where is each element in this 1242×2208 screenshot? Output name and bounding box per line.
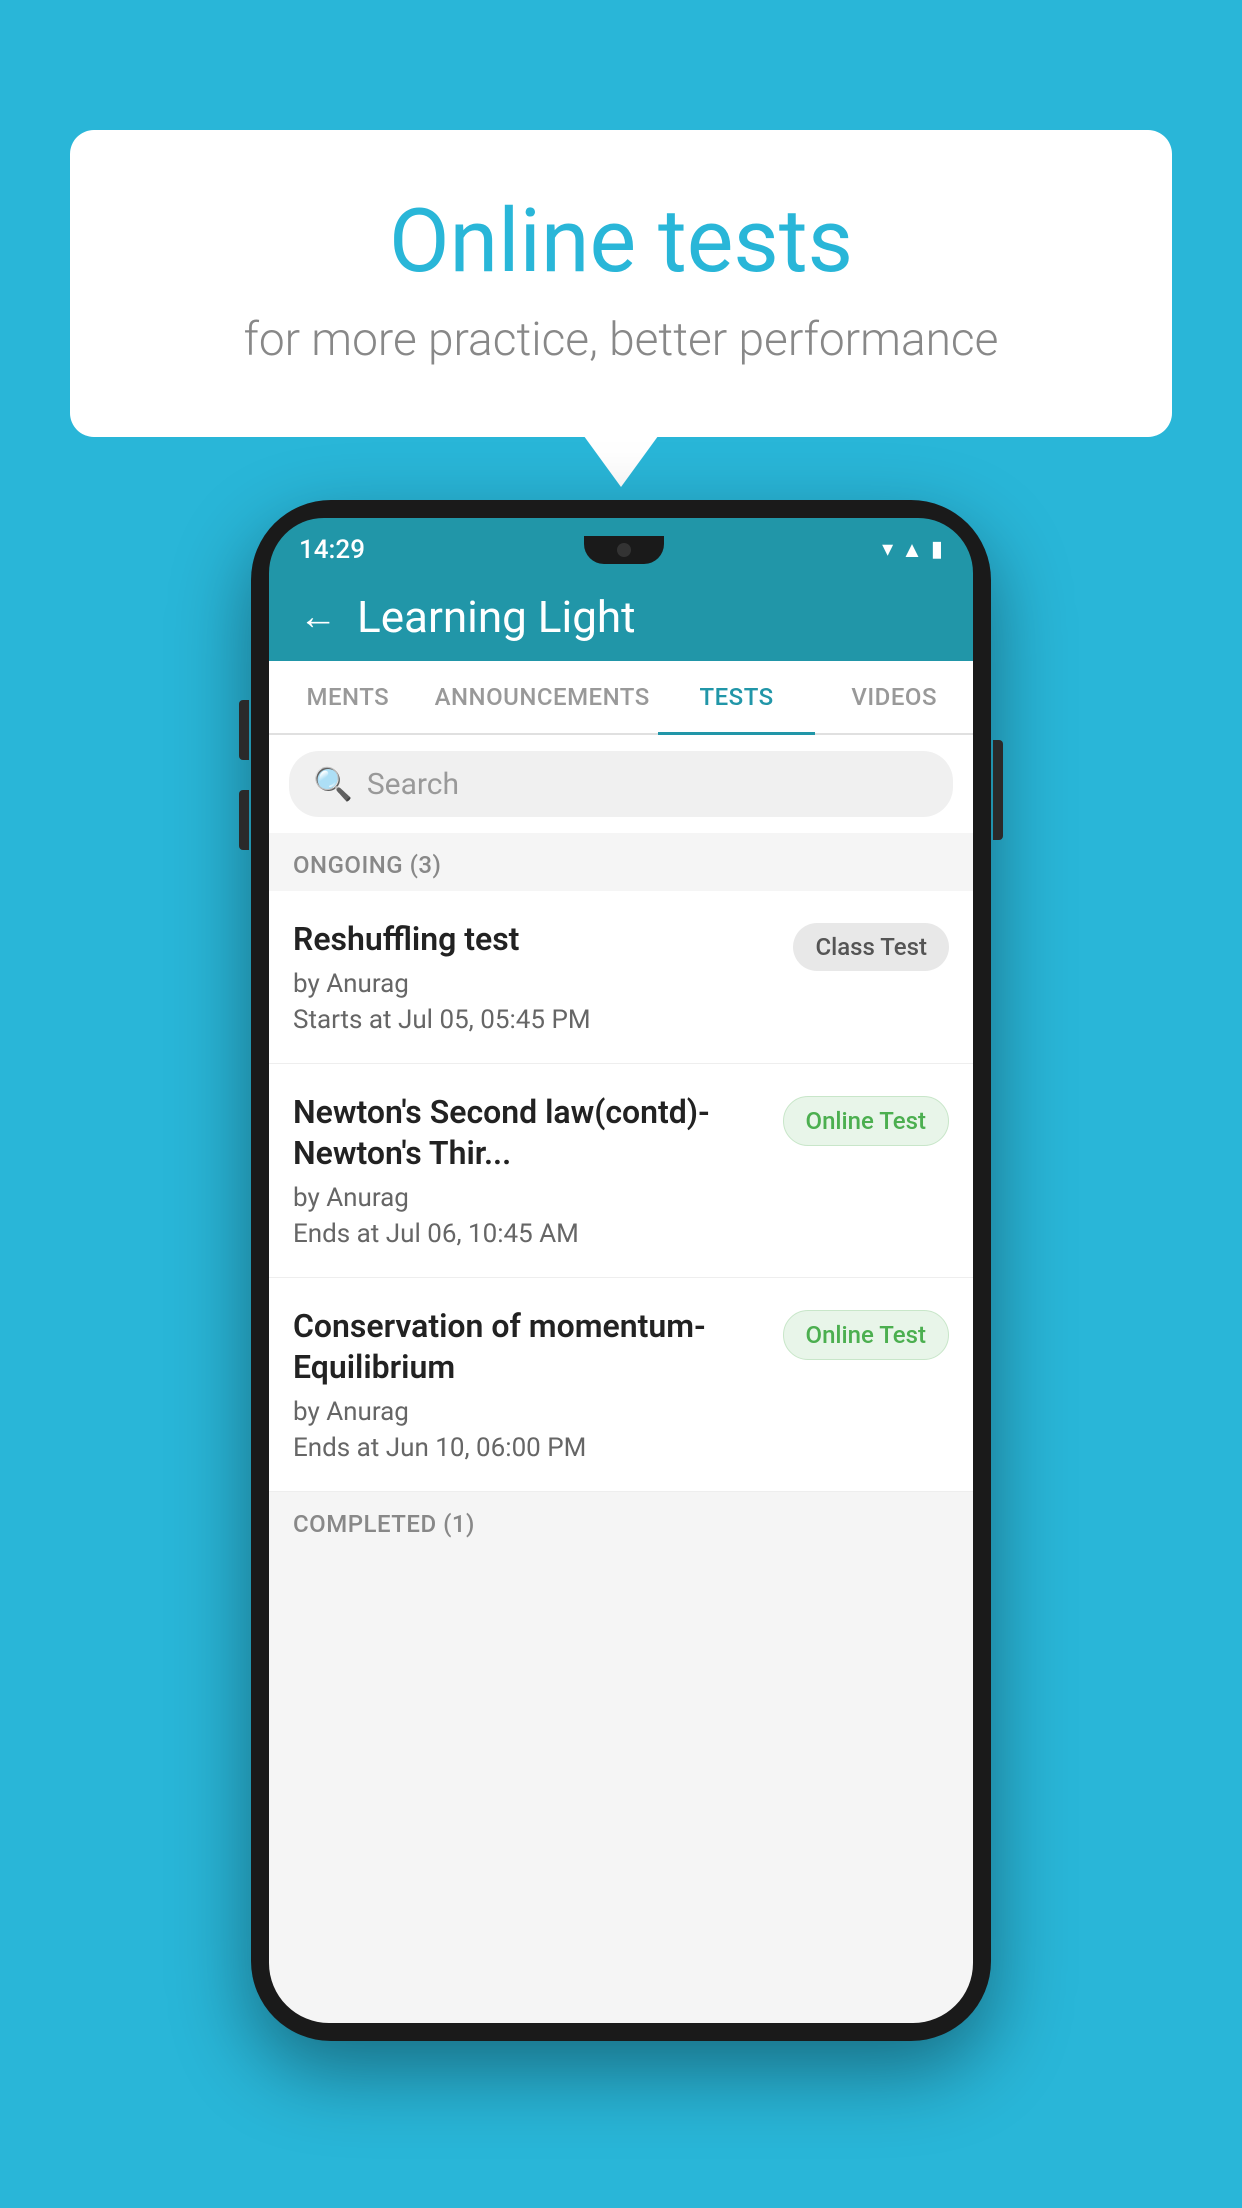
camera bbox=[617, 543, 631, 557]
test-name-3: Conservation of momentum-Equilibrium bbox=[293, 1306, 767, 1389]
tab-videos[interactable]: VIDEOS bbox=[815, 661, 973, 733]
search-container: 🔍 Search bbox=[269, 735, 973, 833]
test-badge-2: Online Test bbox=[783, 1096, 949, 1146]
wifi-icon: ▾ bbox=[882, 537, 893, 562]
tab-tests[interactable]: TESTS bbox=[658, 661, 816, 733]
app-title: Learning Light bbox=[357, 591, 636, 643]
test-info-3: Conservation of momentum-Equilibrium by … bbox=[293, 1306, 783, 1463]
search-icon: 🔍 bbox=[313, 765, 353, 803]
status-bar: 14:29 ▾ ▲ ▮ bbox=[269, 518, 973, 573]
test-name-2: Newton's Second law(contd)-Newton's Thir… bbox=[293, 1092, 767, 1175]
power-button[interactable] bbox=[993, 740, 1003, 840]
test-item-reshuffling[interactable]: Reshuffling test by Anurag Starts at Jul… bbox=[269, 891, 973, 1064]
test-badge-3: Online Test bbox=[783, 1310, 949, 1360]
battery-icon: ▮ bbox=[931, 537, 943, 562]
app-header: ← Learning Light bbox=[269, 573, 973, 661]
test-date-3: Ends at Jun 10, 06:00 PM bbox=[293, 1433, 767, 1463]
volume-up-button[interactable] bbox=[239, 700, 249, 760]
tab-announcements[interactable]: ANNOUNCEMENTS bbox=[427, 661, 658, 733]
phone-frame: 14:29 ▾ ▲ ▮ ← Learning Light bbox=[251, 500, 991, 2041]
speech-bubble-container: Online tests for more practice, better p… bbox=[70, 130, 1172, 437]
speech-bubble-title: Online tests bbox=[150, 190, 1092, 293]
phone-notch bbox=[584, 536, 664, 564]
test-name-1: Reshuffling test bbox=[293, 919, 777, 961]
phone-container: 14:29 ▾ ▲ ▮ ← Learning Light bbox=[251, 500, 991, 2041]
test-item-newton[interactable]: Newton's Second law(contd)-Newton's Thir… bbox=[269, 1064, 973, 1278]
tab-ments[interactable]: MENTS bbox=[269, 661, 427, 733]
search-bar[interactable]: 🔍 Search bbox=[289, 751, 953, 817]
test-date-2: Ends at Jul 06, 10:45 AM bbox=[293, 1219, 767, 1249]
test-author-2: by Anurag bbox=[293, 1183, 767, 1213]
test-date-1: Starts at Jul 05, 05:45 PM bbox=[293, 1005, 777, 1035]
speech-bubble-subtitle: for more practice, better performance bbox=[150, 313, 1092, 367]
test-list: Reshuffling test by Anurag Starts at Jul… bbox=[269, 891, 973, 1492]
test-author-3: by Anurag bbox=[293, 1397, 767, 1427]
volume-down-button[interactable] bbox=[239, 790, 249, 850]
test-item-conservation[interactable]: Conservation of momentum-Equilibrium by … bbox=[269, 1278, 973, 1492]
speech-bubble: Online tests for more practice, better p… bbox=[70, 130, 1172, 437]
tabs-container: MENTS ANNOUNCEMENTS TESTS VIDEOS bbox=[269, 661, 973, 735]
completed-section-header: COMPLETED (1) bbox=[269, 1492, 973, 1550]
search-placeholder-text: Search bbox=[367, 767, 459, 802]
clock: 14:29 bbox=[299, 535, 365, 565]
test-author-1: by Anurag bbox=[293, 969, 777, 999]
back-button[interactable]: ← bbox=[299, 595, 337, 639]
test-info-2: Newton's Second law(contd)-Newton's Thir… bbox=[293, 1092, 783, 1249]
app-screen: ← Learning Light MENTS ANNOUNCEMENTS TES… bbox=[269, 573, 973, 2023]
test-info-1: Reshuffling test by Anurag Starts at Jul… bbox=[293, 919, 793, 1035]
test-badge-1: Class Test bbox=[793, 923, 949, 971]
signal-icon: ▲ bbox=[901, 537, 923, 563]
status-icons: ▾ ▲ ▮ bbox=[882, 537, 943, 563]
ongoing-section-header: ONGOING (3) bbox=[269, 833, 973, 891]
